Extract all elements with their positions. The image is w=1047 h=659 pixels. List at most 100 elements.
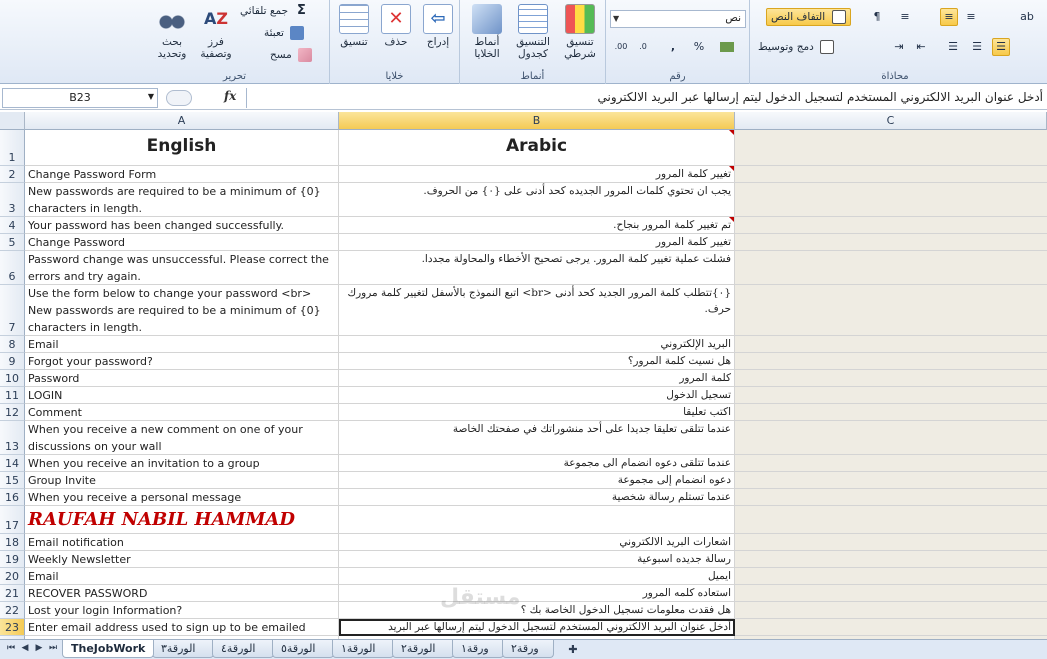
sort-filter-button[interactable]: AZ فرز وتصفية [194,4,238,60]
row-header[interactable]: 17 [0,506,25,534]
cell-empty[interactable] [735,353,1047,370]
cell-arabic[interactable]: البريد الإلكتروني [339,336,735,353]
cell-arabic[interactable]: اشعارات البريد الالكتروني [339,534,735,551]
cell-english[interactable]: RECOVER PASSWORD [25,585,339,602]
cell-empty[interactable] [735,234,1047,251]
number-format-dropdown[interactable]: ▼ نص [610,10,746,28]
cell-empty[interactable] [735,336,1047,353]
formula-input[interactable]: أدخل عنوان البريد الالكتروني المستخدم لت… [246,88,1047,108]
cell-empty[interactable] [735,404,1047,421]
currency-button[interactable] [718,38,736,56]
cell-empty[interactable] [735,489,1047,506]
cell-english[interactable]: Your password has been changed successfu… [25,217,339,234]
clear-button[interactable]: مسح [270,48,313,62]
fill-button[interactable]: تعبئة [264,26,305,40]
cell-empty[interactable] [735,183,1047,217]
cell-arabic[interactable]: ايميل [339,568,735,585]
cell-empty[interactable] [735,421,1047,455]
cell-empty[interactable] [735,534,1047,551]
increase-indent-button[interactable]: ⇥ [890,38,908,56]
row-header[interactable]: 18 [0,534,25,551]
column-header-b[interactable]: B [339,112,735,130]
cell-empty[interactable] [735,251,1047,285]
cell-empty[interactable] [735,602,1047,619]
cell-empty[interactable] [735,506,1047,534]
cell-empty[interactable] [735,130,1047,166]
sheet-tab[interactable]: الورقة٣ [152,640,214,658]
row-header[interactable]: 2 [0,166,25,183]
percent-button[interactable]: % [690,38,708,56]
sheet-tab[interactable]: الورقة٤ [212,640,274,658]
cell-arabic[interactable]: دعوه انضمام إلى مجموعة [339,472,735,489]
cell-arabic[interactable]: تغيير كلمة المرور [339,166,735,183]
cell-english[interactable]: Change Password [25,234,339,251]
row-header[interactable]: 7 [0,285,25,336]
cell-arabic[interactable] [339,506,735,534]
cell-arabic[interactable]: استعاده كلمه المرور [339,585,735,602]
cell-empty[interactable] [735,370,1047,387]
cell-english[interactable]: Group Invite [25,472,339,489]
cell-empty[interactable] [735,455,1047,472]
sheet-tab[interactable]: TheJobWork [62,640,154,658]
row-header[interactable]: 15 [0,472,25,489]
comma-style-button[interactable]: , [664,38,682,56]
cell-arabic[interactable]: تم تغيير كلمة المرور بنجاح. [339,217,735,234]
format-cells-button[interactable]: تنسيق [334,4,374,48]
insert-function-button[interactable]: fx [224,89,236,103]
cell-arabic[interactable]: عندما تستلم رسالة شخصية [339,489,735,506]
row-header[interactable]: 20 [0,568,25,585]
row-header[interactable]: 13 [0,421,25,455]
row-header[interactable]: 23 [0,619,25,636]
align-right-button[interactable]: ☰ [992,38,1010,56]
cell-english[interactable]: Email notification [25,534,339,551]
row-header[interactable]: 10 [0,370,25,387]
cell-english[interactable]: Use the form below to change your passwo… [25,285,339,336]
align-left-button[interactable]: ☰ [944,38,962,56]
cell-empty[interactable] [735,166,1047,183]
cell-english[interactable]: Lost your login Information? [25,602,339,619]
align-top-button[interactable]: ≡ [896,8,914,26]
cell-english[interactable]: Email [25,336,339,353]
row-header[interactable]: 1 [0,130,25,166]
column-b-title[interactable]: Arabic [339,130,735,166]
sheet-tab[interactable]: الورقة١ [332,640,394,658]
cell-arabic[interactable]: هل فقدت معلومات تسجيل الدخول الخاصة بك ؟ [339,602,735,619]
row-header[interactable]: 6 [0,251,25,285]
delete-cells-button[interactable]: ✕ حذف [376,4,416,48]
cell-english[interactable]: LOGIN [25,387,339,404]
align-center-button[interactable]: ☰ [968,38,986,56]
cell-arabic[interactable]: تغيير كلمة المرور [339,234,735,251]
cell-styles-button[interactable]: أنماط الخلايا [464,4,510,60]
row-header[interactable]: 3 [0,183,25,217]
row-header[interactable]: 8 [0,336,25,353]
first-sheet-icon[interactable]: ⏮ [4,643,18,653]
cell-empty[interactable] [735,568,1047,585]
cell-english[interactable]: Change Password Form [25,166,339,183]
cell-english[interactable]: Password [25,370,339,387]
cell-arabic[interactable]: هل نسيت كلمة المرور؟ [339,353,735,370]
sheet-tab[interactable]: ورقة١ [452,640,504,658]
select-all-corner[interactable] [0,112,25,130]
cell-arabic[interactable]: رسالة جديده اسبوعية [339,551,735,568]
row-header[interactable]: 5 [0,234,25,251]
row-header[interactable]: 4 [0,217,25,234]
row-header[interactable]: 16 [0,489,25,506]
collapse-formula-icon[interactable] [166,90,192,106]
cell-arabic[interactable]: أدخل عنوان البريد الالكتروني المستخدم لت… [339,619,735,636]
row-header[interactable]: 22 [0,602,25,619]
cell-empty[interactable] [735,472,1047,489]
cell-english[interactable]: When you receive a new comment on one of… [25,421,339,455]
cell-english[interactable]: Password change was unsuccessful. Please… [25,251,339,285]
cell-empty[interactable] [735,585,1047,602]
conditional-formatting-button[interactable]: تنسيق شرطي [556,4,604,60]
sheet-tab[interactable]: ورقة٢ [502,640,554,658]
cell-arabic[interactable]: تسجيل الدخول [339,387,735,404]
cell-empty[interactable] [735,551,1047,568]
column-a-title[interactable]: English [25,130,339,166]
format-as-table-button[interactable]: التنسيق كجدول [510,4,556,60]
next-sheet-icon[interactable]: ▶ [32,643,46,653]
insert-sheet-icon[interactable]: ✚ [566,643,580,656]
last-sheet-icon[interactable]: ⏭ [46,643,60,653]
cell-english[interactable]: Email [25,568,339,585]
cell-english[interactable]: Comment [25,404,339,421]
